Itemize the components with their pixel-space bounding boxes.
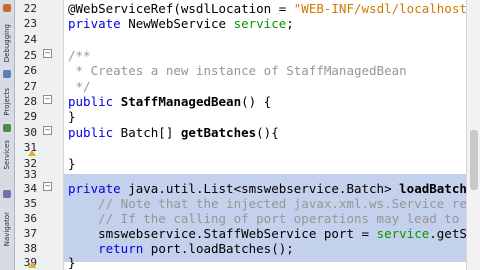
tab-projects[interactable]: Projects [0,66,14,116]
vertical-scrollbar[interactable] [466,0,480,270]
code-line[interactable]: */ [68,80,466,94]
line-number: 27 [23,80,37,93]
fold-toggle-icon[interactable]: − [43,49,52,58]
side-panel-tabs: Debugging Projects Services Navigator [0,0,15,270]
warning-icon[interactable] [28,150,36,156]
code-line[interactable]: // Note that the injected javax.xml.ws.S… [68,197,480,211]
tab-navigator-label: Navigator [3,211,11,246]
code-line[interactable]: private NewWebService service; [68,17,466,31]
line-number: 37 [23,227,37,240]
line-number: 26 [23,64,37,77]
code-line[interactable]: } [68,110,466,124]
line-number: 23 [23,17,37,30]
debug-icon [3,4,11,12]
warning-icon[interactable] [28,262,36,268]
fold-toggle-icon[interactable]: − [43,95,52,104]
line-number: 22 [23,2,37,15]
code-line[interactable]: } [68,157,466,171]
code-line[interactable]: } [68,256,466,270]
line-number: 36 [23,212,37,225]
code-line[interactable]: /** [68,49,466,63]
services-icon [3,124,11,132]
line-number: 38 [23,242,37,255]
line-number: 34 [23,182,37,195]
tab-services[interactable]: Services [0,120,14,170]
line-number: 25 [23,49,37,62]
code-line[interactable]: private java.util.List<smswebservice.Bat… [68,182,480,196]
line-number: 28 [23,95,37,108]
fold-toggle-icon[interactable]: − [43,126,52,135]
line-number: 35 [23,197,37,210]
tab-projects-label: Projects [3,88,11,116]
code-line[interactable]: public Batch[] getBatches(){ [68,126,466,140]
scrollbar-thumb[interactable] [470,130,478,190]
line-number: 33 [23,168,37,181]
tab-services-label: Services [3,140,11,170]
navigator-icon [3,190,11,198]
code-line[interactable]: // If the calling of port operations may… [68,212,480,226]
fold-toggle-icon[interactable]: − [43,182,52,191]
code-line[interactable]: @WebServiceRef(wsdlLocation = "WEB-INF/w… [68,2,480,16]
code-line[interactable]: public StaffManagedBean() { [68,95,466,109]
tab-debugging[interactable]: Debugging [0,0,14,62]
line-number: 24 [23,33,37,46]
tab-navigator[interactable]: Navigator [0,186,14,246]
tab-debugging-label: Debugging [3,23,11,62]
code-line[interactable]: return port.loadBatches(); [68,242,466,256]
line-number: 29 [23,110,37,123]
code-line[interactable]: smswebservice.StaffWebService port = ser… [68,227,480,241]
line-number: 30 [23,126,37,139]
code-line[interactable]: * Creates a new instance of StaffManaged… [68,64,466,78]
projects-icon [3,70,11,78]
